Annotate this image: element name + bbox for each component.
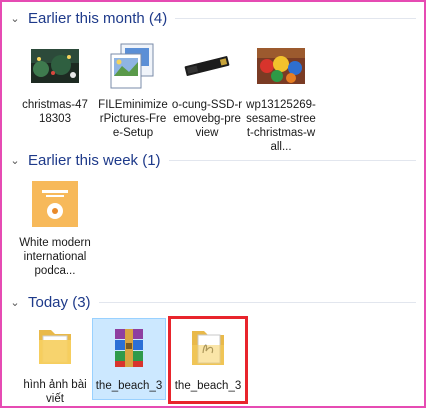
chevron-down-icon[interactable]: ⌄ [8,153,22,167]
file-name: hình ảnh bài viết [23,379,87,405]
chevron-down-icon[interactable]: ⌄ [8,11,22,25]
chevron-down-icon[interactable]: ⌄ [8,295,22,309]
file-item[interactable]: hình ảnh bài viết [18,318,92,406]
file-item[interactable]: FILEminimizerPictures-Free-Setup [96,38,170,140]
divider [175,17,416,19]
folder-icon [27,318,83,374]
podcast-cover-thumbnail [27,176,83,232]
file-name: christmas-4718303 [22,99,88,125]
christmas-photo-thumbnail [27,38,83,94]
ssd-photo-thumbnail [179,38,235,94]
file-name: o-cung-SSD-removebg-preview [171,99,243,139]
winrar-archive-icon [101,319,157,375]
divider [98,301,416,303]
group-title: Earlier this month (4) [28,9,168,27]
group-header-earlier-this-week[interactable]: ⌄ Earlier this week (1) [8,150,416,170]
sesame-street-photo-thumbnail [253,38,309,94]
file-name: the_beach_3 [95,380,163,392]
file-item-highlighted[interactable]: the_beach_3 [168,316,248,404]
installer-icon [105,38,161,94]
group-header-today[interactable]: ⌄ Today (3) [8,292,416,312]
file-item-selected[interactable]: the_beach_3 [92,318,166,400]
divider [168,159,416,161]
folder-with-document-icon [180,319,236,375]
file-item[interactable]: o-cung-SSD-removebg-preview [170,38,244,140]
group-title: Today (3) [28,293,91,311]
file-name: White modern international podca... [19,237,91,277]
file-item[interactable]: wp13125269-sesame-street-christmas-wall.… [244,38,318,154]
file-name: the_beach_3 [174,380,242,392]
file-name: wp13125269-sesame-street-christmas-wall.… [246,99,316,153]
group-header-earlier-this-month[interactable]: ⌄ Earlier this month (4) [8,8,416,28]
file-item[interactable]: christmas-4718303 [18,38,92,126]
file-item[interactable]: White modern international podca... [18,176,92,278]
group-title: Earlier this week (1) [28,151,161,169]
file-name: FILEminimizerPictures-Free-Setup [98,99,168,139]
